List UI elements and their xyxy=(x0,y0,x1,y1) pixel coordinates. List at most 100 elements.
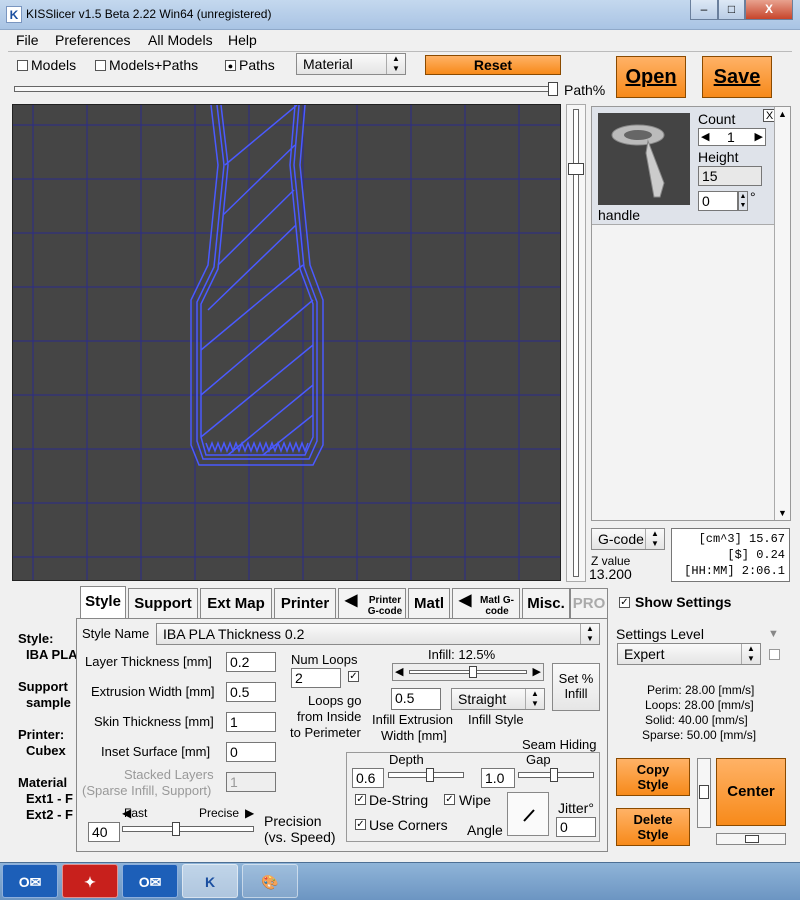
delete-style-label-1: Delete xyxy=(633,812,673,827)
num-loops-field[interactable]: 2 xyxy=(291,668,341,688)
layer-thickness-field[interactable]: 0.2 xyxy=(226,652,276,672)
models-paths-checkbox[interactable] xyxy=(95,60,106,71)
scroll-down-icon[interactable]: ▼ xyxy=(778,508,787,518)
loops-go-label-1: Loops go xyxy=(308,693,362,708)
layer-slider[interactable] xyxy=(566,104,586,582)
count-decrement-icon[interactable]: ◀ xyxy=(701,130,709,143)
style-name-select[interactable]: IBA PLA Thickness 0.2 ▲ ▼ xyxy=(156,623,600,645)
path-percent-label: Path% xyxy=(564,82,606,98)
path-slider-track[interactable] xyxy=(14,86,558,92)
settings-collapse-icon[interactable]: ▼ xyxy=(768,628,779,640)
fast-arrow-icon[interactable]: ◀ xyxy=(122,806,131,820)
menu-preferences[interactable]: Preferences xyxy=(55,32,130,48)
tab-pro[interactable]: PRO xyxy=(570,588,608,618)
style-horizontal-slider-thumb[interactable] xyxy=(745,835,759,843)
settings-extra-checkbox[interactable] xyxy=(769,649,780,660)
menu-file[interactable]: File xyxy=(16,32,39,48)
rotation-field[interactable]: 0 xyxy=(698,191,738,211)
delete-style-button[interactable]: Delete Style xyxy=(616,808,690,846)
set-infill-button[interactable]: Set % Infill xyxy=(552,663,600,711)
scroll-up-icon[interactable]: ▲ xyxy=(778,109,787,119)
outlook-2-taskbar-icon[interactable]: O✉ xyxy=(122,864,178,898)
paths-label: Paths xyxy=(239,57,275,73)
depth-slider-thumb[interactable] xyxy=(426,768,434,782)
infill-decrease-icon[interactable]: ◀ xyxy=(395,665,403,678)
stacked-layers-field[interactable]: 1 xyxy=(226,772,276,792)
wipe-checkbox[interactable]: ✓ xyxy=(444,794,455,805)
paths-checkbox[interactable]: ● xyxy=(225,60,236,71)
precision-field[interactable]: 40 xyxy=(88,822,120,842)
toolpath-view xyxy=(13,105,560,580)
copy-style-button[interactable]: Copy Style xyxy=(616,758,690,796)
tab-ext-map[interactable]: Ext Map xyxy=(200,588,272,618)
outlook-taskbar-icon[interactable]: O✉ xyxy=(2,864,58,898)
angle-label: Angle xyxy=(467,822,503,838)
tab-misc[interactable]: Misc. xyxy=(522,588,570,618)
windows-taskbar xyxy=(0,862,800,900)
maximize-button[interactable]: □ xyxy=(718,0,745,20)
z-value: 13.200 xyxy=(589,566,632,582)
precision-slider-track[interactable] xyxy=(122,826,254,832)
tab-support[interactable]: Support xyxy=(128,588,198,618)
acrobat-taskbar-icon[interactable]: ✦ xyxy=(62,864,118,898)
inset-surface-field[interactable]: 0 xyxy=(226,742,276,762)
color-mode-select[interactable]: Material ▲ ▼ xyxy=(296,53,406,75)
infill-width-field[interactable]: 0.5 xyxy=(391,688,441,710)
paint-taskbar-icon[interactable]: 🎨 xyxy=(242,864,298,898)
sparse-speed: Sparse: 50.00 [mm/s] xyxy=(642,728,757,742)
tab-matl-gcode[interactable]: ◀ Matl G-code xyxy=(452,588,520,618)
infill-slider-thumb[interactable] xyxy=(469,666,477,678)
model-list-panel: X Count ◀ 1 ▶ Height 15 0 ▲ ▼ ° handle ▲ … xyxy=(591,106,791,521)
tab-matl[interactable]: Matl xyxy=(408,588,450,618)
infill-slider[interactable]: ◀ ▶ xyxy=(392,663,544,681)
show-settings-checkbox[interactable]: ✓ xyxy=(619,597,630,608)
window-title: KISSlicer v1.5 Beta 2.22 Win64 (unregist… xyxy=(26,7,272,21)
close-button[interactable]: X xyxy=(745,0,793,20)
extrusion-width-field[interactable]: 0.5 xyxy=(226,682,276,702)
skin-thickness-field[interactable]: 1 xyxy=(226,712,276,732)
open-button[interactable]: Open xyxy=(616,56,686,98)
model-preview-image xyxy=(611,124,665,198)
settings-level-select[interactable]: Expert ▲ ▼ xyxy=(617,643,761,665)
infill-increase-icon[interactable]: ▶ xyxy=(533,665,541,678)
style-vertical-slider[interactable] xyxy=(697,758,711,828)
depth-field[interactable]: 0.6 xyxy=(352,768,384,788)
minimize-button[interactable]: – xyxy=(690,0,718,20)
tab-printer-gcode[interactable]: ◀ Printer G-code xyxy=(338,588,406,618)
center-button[interactable]: Center xyxy=(716,758,786,826)
menu-all-models[interactable]: All Models xyxy=(148,32,213,48)
angle-dial[interactable] xyxy=(507,792,549,836)
style-horizontal-slider[interactable] xyxy=(716,833,786,845)
menu-help[interactable]: Help xyxy=(228,32,257,48)
count-stepper[interactable]: ◀ 1 ▶ xyxy=(698,128,766,146)
count-increment-icon[interactable]: ▶ xyxy=(755,130,763,143)
rotation-spinner-icon[interactable]: ▲ ▼ xyxy=(738,191,748,211)
reset-button[interactable]: Reset xyxy=(425,55,561,75)
jitter-field[interactable]: 0 xyxy=(556,817,596,837)
tab-printer[interactable]: Printer xyxy=(274,588,336,618)
precise-arrow-icon[interactable]: ▶ xyxy=(245,806,254,820)
tab-style[interactable]: Style xyxy=(80,586,126,619)
kisslicer-taskbar-icon[interactable]: K xyxy=(182,864,238,898)
gap-field[interactable]: 1.0 xyxy=(481,768,515,788)
precision-slider-thumb[interactable] xyxy=(172,822,180,836)
destring-checkbox[interactable]: ✓ xyxy=(355,794,366,805)
summary-style-label: Style: xyxy=(18,631,54,646)
gap-slider-thumb[interactable] xyxy=(550,768,558,782)
3d-viewport[interactable] xyxy=(12,104,561,581)
gcode-mode-select[interactable]: G-code ▲ ▼ xyxy=(591,528,665,550)
infill-style-select[interactable]: Straight ▲ ▼ xyxy=(451,688,545,710)
loops-inside-checkbox[interactable]: ✓ xyxy=(348,671,359,682)
loops-go-label-3: to Perimeter xyxy=(290,725,361,740)
models-checkbox[interactable] xyxy=(17,60,28,71)
infill-style-label: Infill Style xyxy=(468,712,524,727)
layer-slider-track xyxy=(573,109,579,577)
loops-speed: Loops: 28.00 [mm/s] xyxy=(645,698,754,712)
save-button[interactable]: Save xyxy=(702,56,772,98)
style-vertical-slider-thumb[interactable] xyxy=(699,785,709,799)
use-corners-checkbox[interactable]: ✓ xyxy=(355,819,366,830)
layer-slider-thumb[interactable] xyxy=(568,163,584,175)
model-list-scrollbar[interactable]: ▲ ▼ xyxy=(774,107,790,520)
height-field[interactable]: 15 xyxy=(698,166,762,186)
path-slider-thumb[interactable] xyxy=(548,82,558,96)
